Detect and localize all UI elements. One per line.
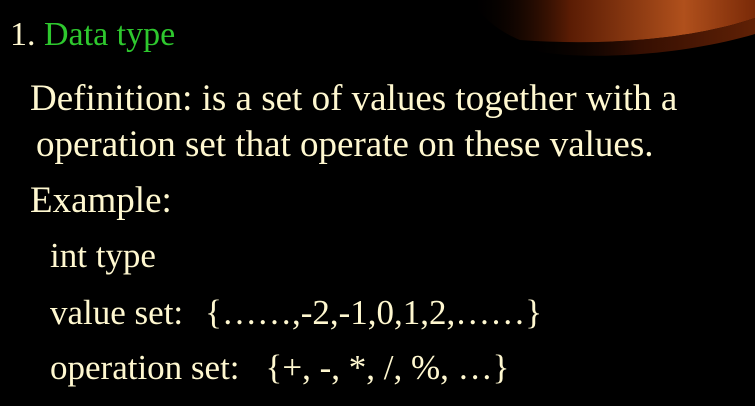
operation-set-line: operation set: {+, -, *, /, %, …} bbox=[50, 350, 509, 385]
value-set-values: {……,-2,-1,0,1,2,……} bbox=[205, 293, 543, 332]
slide-heading: 1. Data type bbox=[10, 18, 175, 52]
slide: 1. Data type Definition: is a set of val… bbox=[0, 0, 755, 406]
operation-set-label: operation set: bbox=[50, 348, 240, 387]
operation-set-values: {+, -, *, /, %, …} bbox=[265, 348, 510, 387]
definition-line-2: operation set that operate on these valu… bbox=[36, 124, 654, 165]
heading-number: 1. bbox=[10, 16, 44, 53]
value-set-label: value set: bbox=[50, 293, 184, 332]
definition-line-1: Definition: is a set of values together … bbox=[30, 78, 678, 119]
example-label: Example: bbox=[30, 180, 172, 221]
value-set-line: value set: {……,-2,-1,0,1,2,……} bbox=[50, 295, 542, 330]
example-type-name: int type bbox=[50, 236, 156, 275]
heading-title: Data type bbox=[44, 16, 176, 53]
